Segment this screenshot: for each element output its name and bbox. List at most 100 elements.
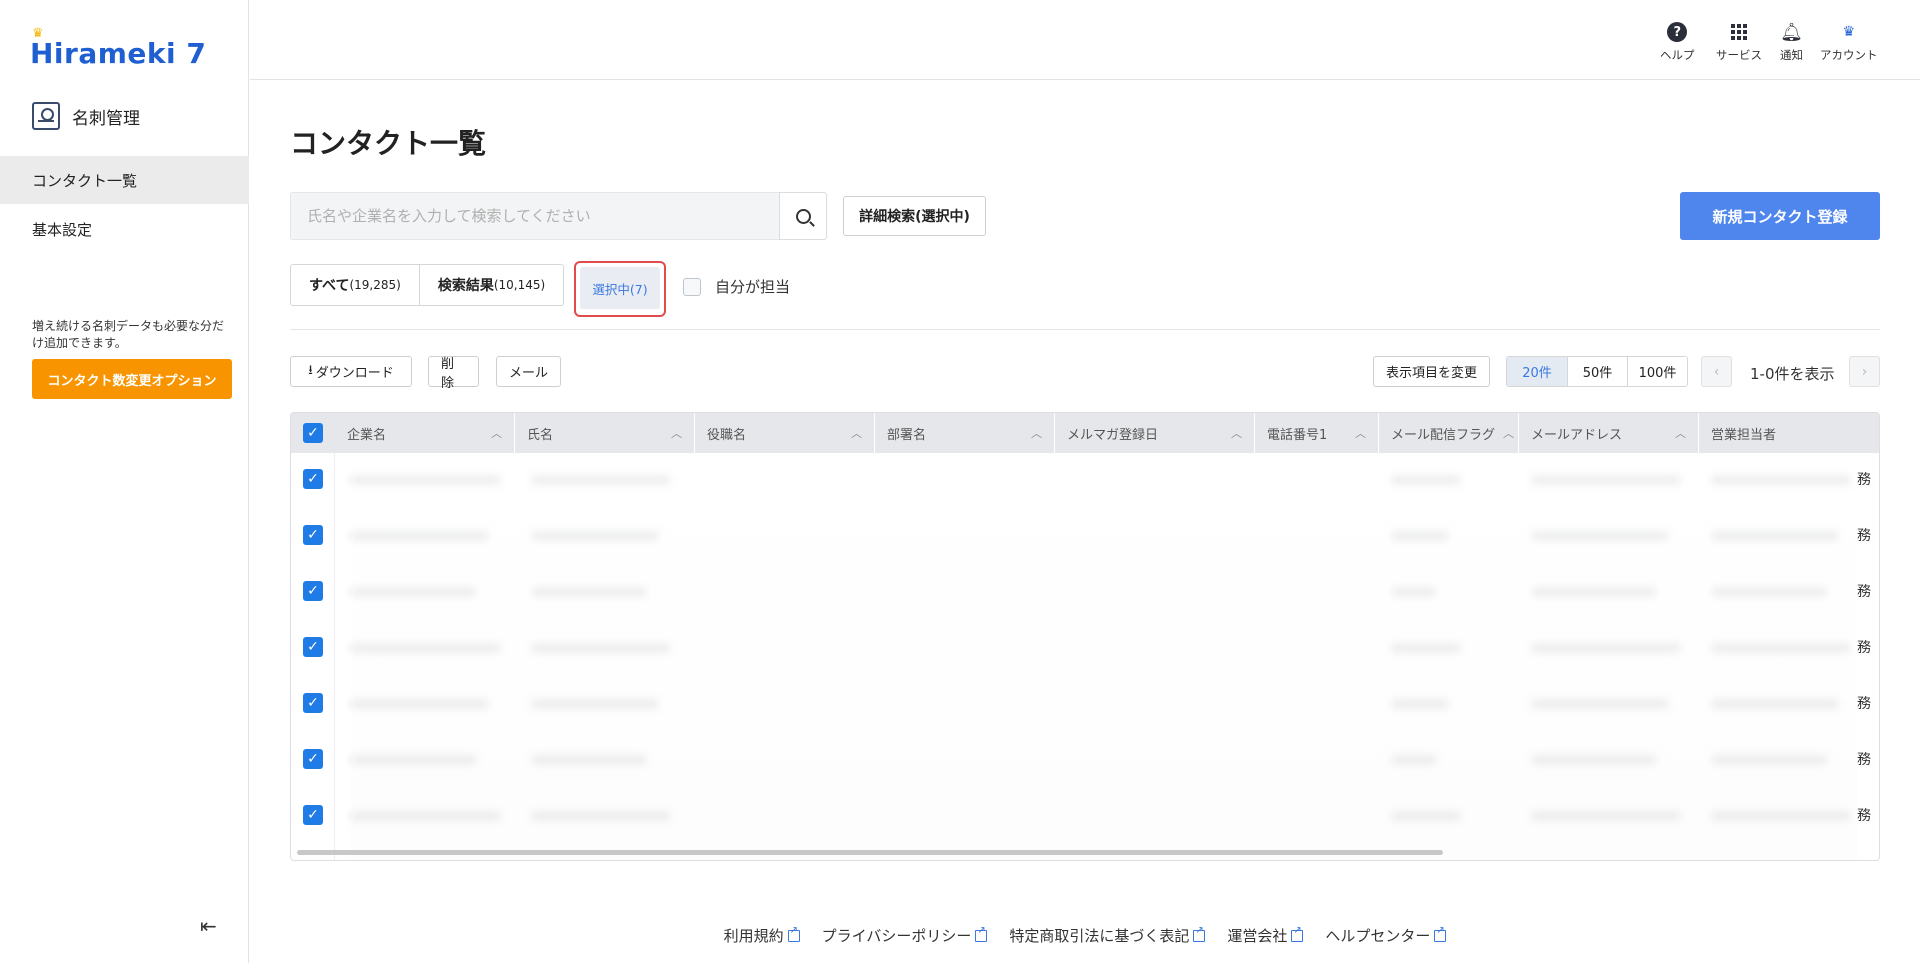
page-title: コンタクト一覧 — [290, 127, 487, 160]
column-label: 役職名 — [707, 427, 747, 443]
advanced-search-button[interactable]: 詳細検索(選択中) — [843, 196, 986, 236]
table-header: ✓ 企業名 ︿ 氏名 ︿ 役職名 ︿ 部署名 ︿ メルマガ登録日 ︿ 電話番号1 ︿ メール… — [291, 413, 1879, 453]
column-label: メールアドレス — [1531, 427, 1623, 443]
footer-link-label: プライバシーポリシー — [821, 927, 972, 945]
tab-search-results-count: (10,145) — [493, 278, 546, 292]
account-button[interactable]: ♛ アカウント — [1820, 20, 1878, 63]
contact-table: ✓ 企業名 ︿ 氏名 ︿ 役職名 ︿ 部署名 ︿ メルマガ登録日 ︿ 電話番号1 ︿ メール… — [290, 412, 1880, 861]
chevron-up-icon: ︿ — [1675, 427, 1686, 440]
column-label: 部署名 — [887, 427, 927, 443]
tab-all-label: すべて — [309, 278, 350, 294]
column-header-department[interactable]: 部署名 ︿ — [875, 413, 1055, 453]
checkbox-unchecked[interactable] — [683, 277, 701, 296]
horizontal-scrollbar[interactable] — [297, 850, 1443, 855]
column-label: メルマガ登録日 — [1067, 427, 1159, 443]
footer-link-label: 特定商取引法に基づく表記 — [1009, 927, 1190, 945]
external-link-icon — [1291, 925, 1304, 942]
row-sales-rep-fragment: 務 — [1857, 528, 1871, 544]
per-page-20[interactable]: 20件 — [1507, 357, 1567, 386]
account-label: アカウント — [1820, 48, 1878, 62]
chevron-up-icon: ︿ — [851, 427, 862, 440]
business-card-icon — [32, 102, 60, 130]
download-icon: ⭳ — [308, 362, 313, 378]
external-link-icon — [975, 925, 988, 942]
chevron-right-icon: › — [1861, 363, 1868, 380]
notifications-label: 通知 — [1780, 48, 1803, 62]
row-checkbox[interactable]: ✓ — [303, 693, 323, 713]
chevron-up-icon: ︿ — [671, 427, 682, 440]
row-sales-rep-fragment: 務 — [1857, 696, 1871, 712]
footer-link-label: 利用規約 — [723, 927, 784, 945]
download-button[interactable]: ⭳ ダウンロード — [290, 356, 412, 387]
column-header-newsletter-date[interactable]: メルマガ登録日 ︿ — [1055, 413, 1255, 453]
select-all-checkbox[interactable]: ✓ — [303, 423, 323, 443]
delete-button[interactable]: 削除 — [428, 356, 479, 391]
help-icon: ? — [1667, 22, 1688, 42]
change-columns-button[interactable]: 表示項目を変更 — [1373, 356, 1490, 387]
column-label: 営業担当者 — [1711, 427, 1777, 443]
column-header-sales-rep[interactable]: 営業担当者 — [1699, 413, 1879, 453]
column-label: 電話番号1 — [1267, 427, 1328, 443]
divider — [290, 329, 1880, 330]
row-checkbox[interactable]: ✓ — [303, 749, 323, 769]
prev-page-button[interactable]: ‹ — [1701, 356, 1732, 387]
sidebar-item-contact-list[interactable]: コンタクト一覧 — [0, 156, 249, 204]
row-checkbox[interactable]: ✓ — [303, 525, 323, 545]
per-page-100[interactable]: 100件 — [1627, 357, 1687, 386]
row-sales-rep-fragment: 務 — [1857, 808, 1871, 824]
row-checkbox[interactable]: ✓ — [303, 581, 323, 601]
help-button[interactable]: ? ヘルプ — [1660, 20, 1695, 63]
notifications-button[interactable]: 🔔︎ 通知 — [1780, 20, 1803, 63]
chevron-up-icon: ︿ — [1355, 427, 1366, 440]
own-filter-checkbox[interactable]: 自分が担当 — [683, 276, 790, 297]
sidebar-item-label: コンタクト一覧 — [32, 171, 138, 190]
sidebar-item-basic-settings[interactable]: 基本設定 — [0, 205, 249, 253]
filter-tabs: すべて (19,285) 検索結果 (10,145) — [290, 264, 565, 306]
footer-link-terms[interactable]: 利用規約 — [724, 925, 800, 946]
services-button[interactable]: サービス — [1716, 20, 1762, 63]
footer-link-commerce-law[interactable]: 特定商取引法に基づく表記 — [1009, 925, 1206, 946]
column-header-title[interactable]: 役職名 ︿ — [695, 413, 875, 453]
crown-icon: ♛ — [32, 26, 44, 41]
column-header-phone[interactable]: 電話番号1 ︿ — [1255, 413, 1379, 453]
own-filter-label: 自分が担当 — [715, 278, 791, 296]
app-logo[interactable]: ♛ Hirameki 7 — [30, 26, 206, 70]
contact-option-button[interactable]: コンタクト数変更オプション — [32, 359, 232, 399]
column-header-email[interactable]: メールアドレス ︿ — [1519, 413, 1699, 453]
chevron-up-icon: ︿ — [491, 427, 502, 440]
footer-link-privacy[interactable]: プライバシーポリシー — [822, 925, 988, 946]
column-label: 企業名 — [347, 427, 387, 443]
new-contact-button[interactable]: 新規コンタクト登録 — [1680, 192, 1880, 240]
next-page-button[interactable]: › — [1849, 356, 1880, 387]
row-checkbox[interactable]: ✓ — [303, 469, 323, 489]
row-sales-rep-fragment: 務 — [1857, 584, 1871, 600]
row-checkbox[interactable]: ✓ — [303, 637, 323, 657]
tab-search-results[interactable]: 検索結果 (10,145) — [418, 265, 564, 305]
footer-link-help-center[interactable]: ヘルプセンター — [1325, 925, 1447, 946]
column-header-mail-flag[interactable]: メール配信フラグ ︿ — [1379, 413, 1519, 453]
top-header: ? ヘルプ サービス 🔔︎ 通知 ♛ アカウント — [250, 0, 1920, 80]
per-page-selector: 20件 50件 100件 — [1506, 356, 1688, 387]
row-sales-rep-fragment: 務 — [1857, 472, 1871, 488]
search-button[interactable] — [779, 192, 827, 240]
upsell-note: 増え続ける名刺データも必要な分だけ追加できます。 — [32, 319, 225, 350]
column-header-name[interactable]: 氏名 ︿ — [515, 413, 695, 453]
footer-link-company[interactable]: 運営会社 — [1227, 925, 1304, 946]
chevron-up-icon: ︿ — [1231, 427, 1242, 440]
sidebar-item-label: 基本設定 — [32, 220, 93, 239]
tab-selected[interactable]: 選択中(7) — [580, 267, 660, 309]
mail-button[interactable]: メール — [496, 356, 561, 387]
tab-search-results-label: 検索結果 — [437, 278, 494, 294]
module-name: 名刺管理 — [72, 108, 140, 129]
tab-all[interactable]: すべて (19,285) — [291, 265, 419, 305]
column-label: 氏名 — [527, 427, 554, 443]
external-link-icon — [1434, 925, 1447, 942]
per-page-50[interactable]: 50件 — [1567, 357, 1627, 386]
row-sales-rep-fragment: 務 — [1857, 640, 1871, 656]
row-checkbox[interactable]: ✓ — [303, 805, 323, 825]
search-input[interactable] — [290, 192, 779, 240]
tab-all-count: (19,285) — [349, 278, 401, 292]
chevron-up-icon: ︿ — [1503, 427, 1514, 440]
column-header-company[interactable]: 企業名 ︿ — [335, 413, 515, 453]
services-label: サービス — [1716, 48, 1762, 62]
